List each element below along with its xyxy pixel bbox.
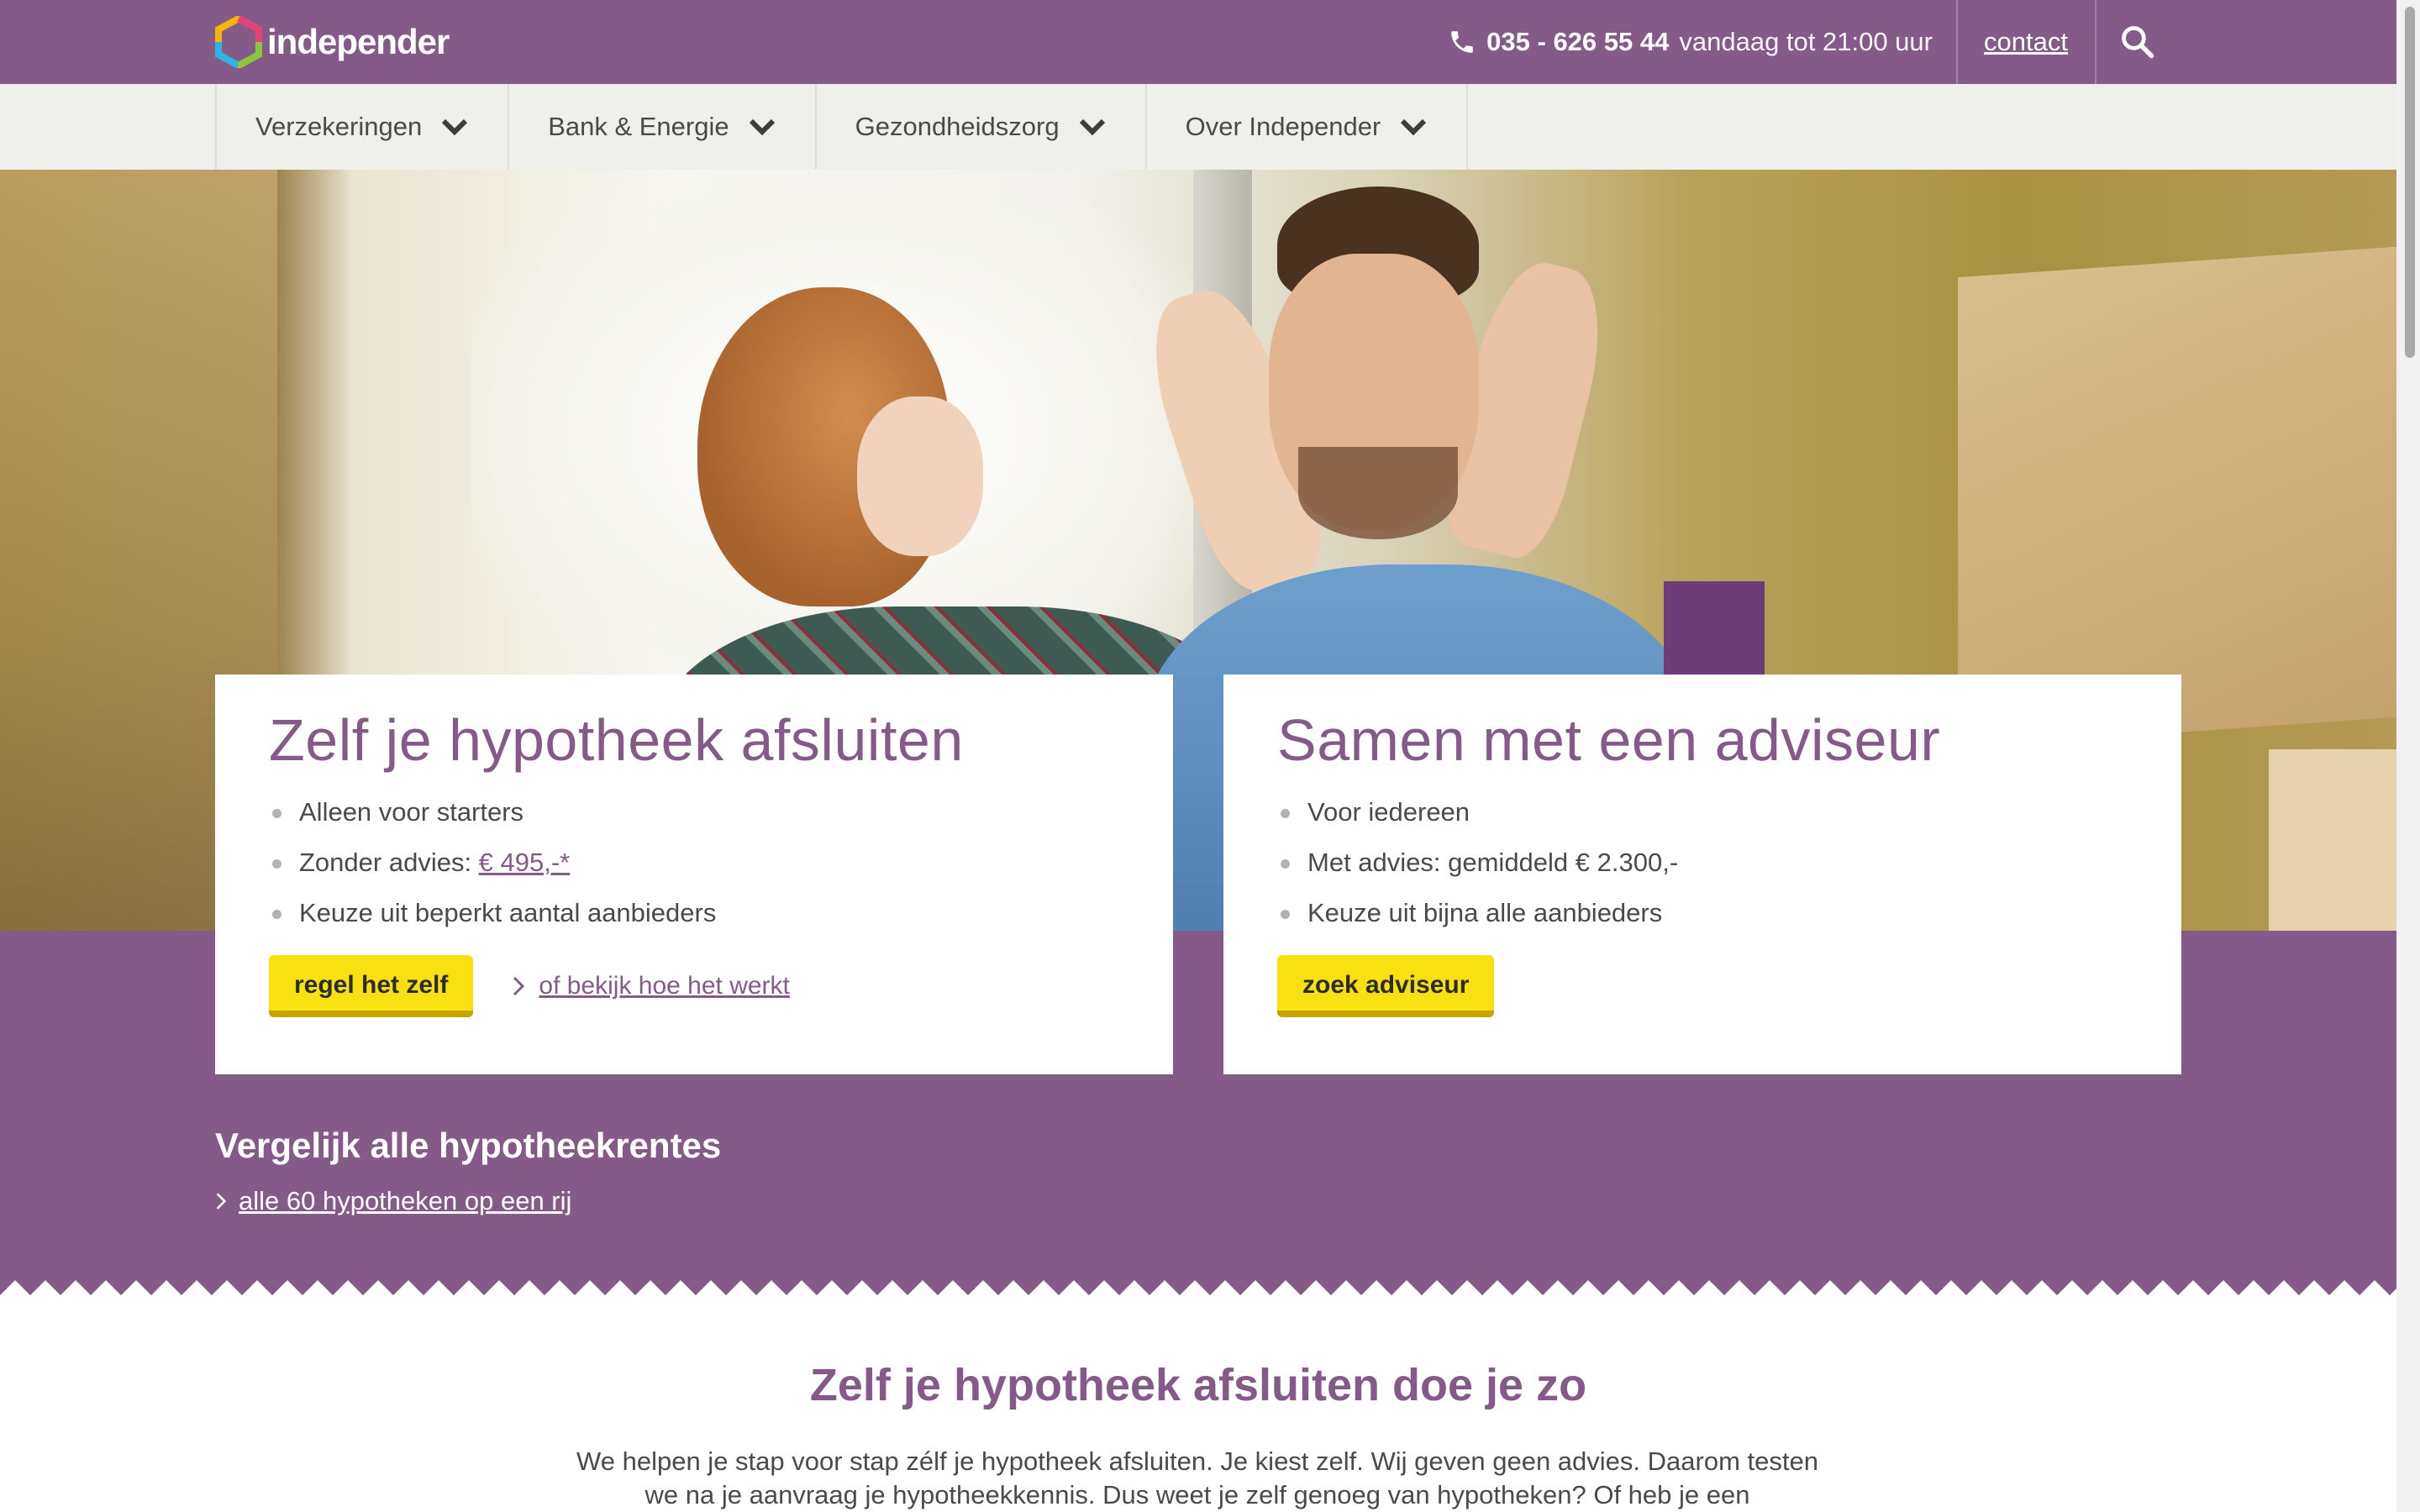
hero-woman-face [857,396,983,556]
independer-logo[interactable]: independer [215,15,450,69]
card-bullets: Voor iedereen Met advies: gemiddeld € 2.… [1277,787,2128,938]
hero-box-small [2269,749,2396,931]
nav-item-verzekeringen[interactable]: Verzekeringen [215,84,508,170]
section-title: Zelf je hypotheek afsluiten doe je zo [809,1360,1587,1410]
price-link[interactable]: € 495,-* [479,848,571,877]
compare-title: Vergelijk alle hypotheekrentes [215,1126,722,1165]
compare-all-link[interactable]: alle 60 hypotheken op een rij [215,1186,571,1216]
section-text: We helpen je stap voor stap zélf je hypo… [576,1446,1818,1509]
phone-number[interactable]: 035 - 626 55 44 [1486,27,1669,57]
card-bullets: Alleen voor starters Zonder advies: € 49… [269,787,1119,938]
scrollbar-thumb[interactable] [2405,7,2415,358]
search-icon [2122,26,2154,59]
chevron-right-icon [216,1193,227,1210]
list-item: Keuze uit beperkt aantal aanbieders [269,888,1119,938]
compare-link-label: alle 60 hypotheken op een rij [239,1186,572,1215]
list-item: Zonder advies: € 495,-* [269,837,1119,888]
chevron-down-icon [749,118,775,136]
top-divider [1956,0,1958,84]
nav-item-bank-energie[interactable]: Bank & Energie [508,84,814,170]
chevron-down-icon [442,118,468,136]
main-navigation: Verzekeringen Bank & Energie Gezondheids… [0,84,2396,171]
phone-icon [1451,31,1473,53]
nav-item-label: Over Independer [1185,112,1381,141]
phone-hours: vandaag tot 21:00 uur [1679,27,1933,56]
advisor-card: Samen met een adviseur Voor iedereen Met… [1223,675,2181,1074]
nav-item-gezondheidszorg[interactable]: Gezondheidszorg [814,84,1145,170]
list-item: Keuze uit bijna alle aanbieders [1277,888,2128,938]
bullet-text: Zonder advies: [299,848,479,877]
contact-link[interactable]: contact [1984,0,2068,84]
zigzag-divider [0,1275,2396,1295]
hexagon-logo-icon [215,16,262,68]
card-title: Zelf je hypotheek afsluiten [269,707,964,773]
search-button[interactable] [2096,0,2180,84]
hero-moving-box [1958,246,2396,748]
how-it-works-label: of bekijk hoe het werkt [539,972,790,1000]
card-title: Samen met een adviseur [1277,707,1941,773]
card-actions: zoek adviseur [1277,955,1495,1017]
list-item: Alleen voor starters [269,787,1119,837]
chevron-down-icon [1401,118,1427,136]
nav-item-over-independer[interactable]: Over Independer [1144,84,1469,170]
nav-item-label: Verzekeringen [255,112,423,141]
brand-name: independer [267,22,450,61]
regel-het-zelf-button[interactable]: regel het zelf [269,955,474,1017]
chevron-down-icon [1079,118,1105,136]
page-scrollbar[interactable] [2396,0,2420,1512]
how-it-works-link[interactable]: of bekijk hoe het werkt [512,972,790,1000]
card-actions: regel het zelf of bekijk hoe het werkt [269,955,790,1017]
hero-man-beard [1298,447,1458,539]
chevron-right-icon [513,976,525,996]
list-item: Voor iedereen [1277,787,2128,837]
list-item: Met advies: gemiddeld € 2.300,- [1277,837,2128,888]
nav-items: Verzekeringen Bank & Energie Gezondheids… [215,84,1469,170]
top-bar: independer 035 - 626 55 44 vandaag tot 2… [0,0,2396,84]
phone-info: 035 - 626 55 44 vandaag tot 21:00 uur [1448,0,1933,84]
self-service-card: Zelf je hypotheek afsluiten Alleen voor … [215,675,1173,1074]
zoek-adviseur-button[interactable]: zoek adviseur [1277,955,1495,1017]
nav-item-label: Bank & Energie [548,112,729,141]
nav-item-label: Gezondheidszorg [855,112,1060,141]
